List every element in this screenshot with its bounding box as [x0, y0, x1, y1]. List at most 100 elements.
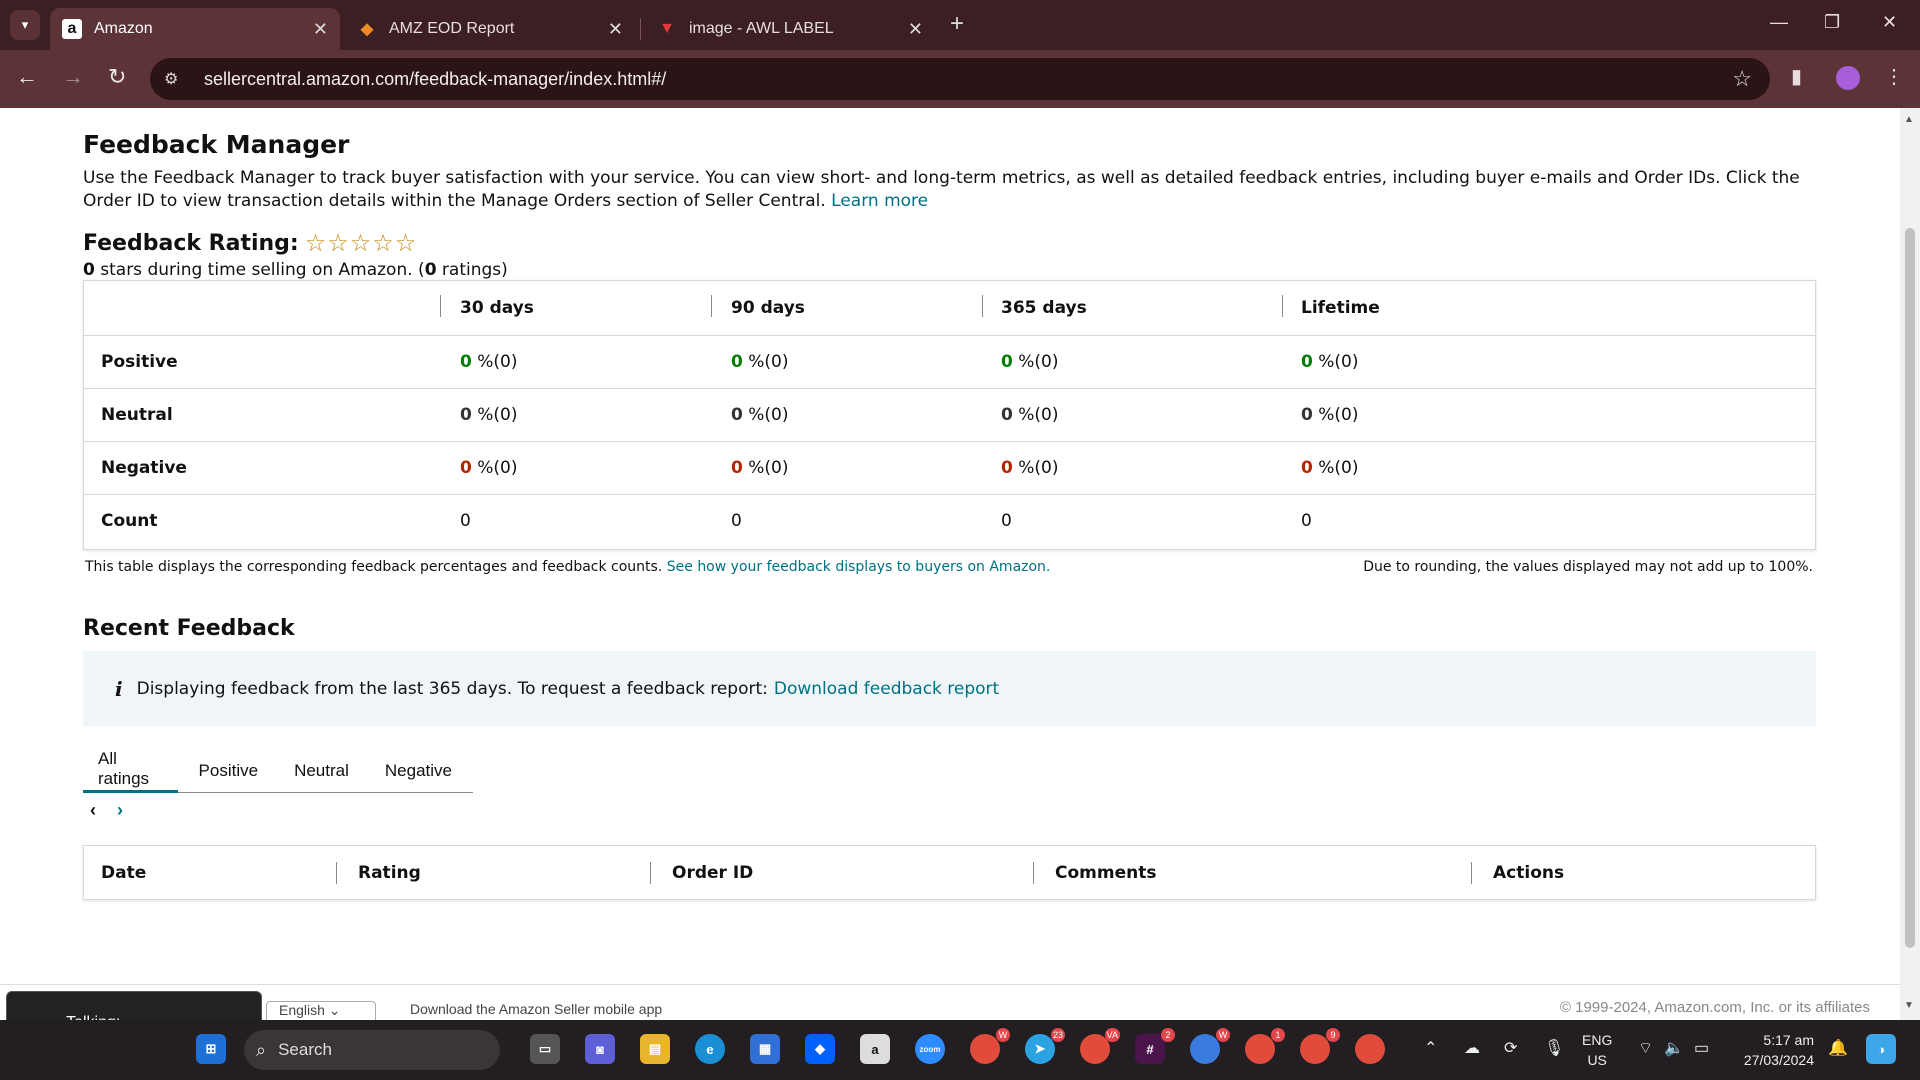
scroll-thumb[interactable] [1905, 228, 1915, 948]
chrome-icon[interactable]: W [970, 1028, 1010, 1064]
chrome-icon[interactable]: 1 [1245, 1028, 1285, 1064]
clock[interactable]: 5:17 am 27/03/2024 [1734, 1030, 1814, 1070]
table-row-negative: Negative 0 %(0) 0 %(0) 0 %(0) 0 %(0) [84, 441, 1815, 494]
sync-icon[interactable]: ⟳ [1504, 1038, 1517, 1058]
column-header-rating[interactable]: Rating [358, 846, 421, 899]
table-cell: 0 [1301, 511, 1312, 531]
start-windows-icon[interactable]: ⊞ [196, 1034, 226, 1064]
tab-divider [640, 18, 641, 40]
teams-icon[interactable]: ◙ [585, 1034, 615, 1064]
store-icon[interactable]: ▦ [750, 1034, 780, 1064]
previous-page-icon[interactable]: ‹ [90, 800, 96, 820]
table-cell: 0 [460, 511, 471, 531]
close-window-icon[interactable]: ✕ [1882, 12, 1897, 33]
info-icon: i [115, 676, 123, 701]
battery-icon[interactable]: ▭ [1694, 1038, 1709, 1058]
taskbar-search[interactable]: ⌕ Search [244, 1030, 500, 1070]
column-header-90-days: 90 days [731, 298, 805, 318]
table-cell: 0 [1001, 511, 1012, 531]
row-label: Negative [101, 458, 187, 478]
wifi-icon[interactable]: ⌔ [1638, 1038, 1653, 1058]
new-tab-button[interactable]: + [950, 10, 964, 38]
tab-neutral[interactable]: Neutral [279, 748, 364, 793]
table-note: This table displays the corresponding fe… [85, 559, 1050, 575]
close-icon[interactable]: ✕ [608, 19, 623, 40]
table-cell: 0 %(0) [460, 405, 518, 425]
minimize-icon[interactable]: — [1770, 12, 1788, 33]
next-page-icon[interactable]: › [117, 800, 123, 820]
telegram-icon[interactable]: ➤ 23 [1025, 1028, 1065, 1064]
restore-icon[interactable]: ❐ [1824, 12, 1840, 33]
notification-bell-icon[interactable]: 🔔 [1828, 1038, 1848, 1058]
clock-date: 27/03/2024 [1743, 1052, 1814, 1068]
url-text[interactable]: sellercentral.amazon.com/feedback-manage… [204, 69, 666, 90]
browser-toolbar: ← → ↻ ⚙ sellercentral.amazon.com/feedbac… [0, 50, 1920, 108]
reload-icon[interactable]: ↻ [108, 64, 126, 90]
rating-stars-icon: ☆☆☆☆☆ [304, 229, 418, 257]
tab-title: Amazon [94, 20, 153, 37]
dropbox-icon[interactable]: ◆ [805, 1034, 835, 1064]
info-alert: i Displaying feedback from the last 365 … [83, 651, 1816, 726]
table-cell: 0 %(0) [731, 352, 789, 372]
close-icon[interactable]: ✕ [313, 19, 328, 40]
language-select[interactable]: English ⌄ [266, 1001, 376, 1020]
column-header-actions[interactable]: Actions [1493, 846, 1564, 899]
chevron-down-icon: ▾ [21, 17, 29, 32]
copyright: © 1999-2024, Amazon.com, Inc. or its aff… [1559, 999, 1870, 1016]
mobile-app-link[interactable]: Download the Amazon Seller mobile app [410, 1001, 662, 1017]
ratings-value: 0 [424, 260, 437, 280]
column-header-365-days: 365 days [1001, 298, 1087, 318]
microphone-icon[interactable]: 🎙 [1544, 1038, 1564, 1058]
side-panel-icon[interactable]: ▮ [1791, 64, 1802, 89]
tab-positive[interactable]: Positive [184, 748, 274, 793]
chrome-active-icon[interactable] [1355, 1034, 1385, 1064]
task-view-icon[interactable]: ▭ [530, 1034, 560, 1064]
page-scrollbar[interactable]: ▲ ▼ [1900, 108, 1920, 1020]
language-indicator[interactable]: ENG US [1582, 1030, 1612, 1070]
copilot-icon[interactable]: ◑ [1866, 1034, 1896, 1064]
more-menu-icon[interactable]: ⋮ [1884, 64, 1904, 89]
column-divider [336, 862, 337, 884]
scroll-down-icon[interactable]: ▼ [1904, 1000, 1914, 1011]
learn-more-link[interactable]: Learn more [831, 191, 928, 211]
tray-chevron-up-icon[interactable]: ⌃ [1424, 1038, 1437, 1058]
column-header-date[interactable]: Date [101, 846, 146, 899]
zoom-icon[interactable]: zoom [915, 1034, 945, 1064]
column-divider [1282, 295, 1283, 317]
chrome-icon[interactable]: 9 [1300, 1028, 1340, 1064]
tab-amz-eod-report[interactable]: ◆ AMZ EOD Report ✕ [345, 8, 635, 50]
tab-amazon[interactable]: a Amazon ✕ [50, 8, 340, 50]
bookmark-star-icon[interactable]: ☆ [1732, 66, 1752, 92]
feedback-display-link[interactable]: See how your feedback displays to buyers… [667, 559, 1051, 575]
report-favicon-icon: ◆ [360, 21, 374, 38]
back-arrow-icon[interactable]: ← [16, 64, 38, 90]
download-feedback-report-link[interactable]: Download feedback report [774, 679, 999, 699]
recent-feedback-table: Date Rating Order ID Comments Actions [83, 845, 1816, 900]
tab-negative[interactable]: Negative [370, 748, 467, 793]
forward-arrow-icon[interactable]: → [62, 64, 84, 90]
table-cell: 0 %(0) [460, 352, 518, 372]
tab-awl-label[interactable]: ▼ image - AWL LABEL ✕ [645, 8, 935, 50]
close-icon[interactable]: ✕ [908, 19, 923, 40]
table-header-row: 30 days 90 days 365 days Lifetime [84, 281, 1815, 335]
scroll-up-icon[interactable]: ▲ [1904, 114, 1914, 125]
chrome-icon[interactable]: VA [1080, 1028, 1120, 1064]
amazon-app-icon[interactable]: a [860, 1034, 890, 1064]
windows-taskbar: ⊞ ⌕ Search ▭ ◙ ▤ e ▦ ◆ a zoom W ➤ 23 VA #… [0, 1020, 1920, 1080]
page-title: Feedback Manager [83, 130, 350, 159]
slack-icon[interactable]: #2 [1135, 1028, 1175, 1064]
column-header-order-id[interactable]: Order ID [672, 846, 753, 899]
file-explorer-icon[interactable]: ▤ [640, 1034, 670, 1064]
tab-all-ratings[interactable]: All ratings [83, 748, 178, 793]
address-bar[interactable]: ⚙ sellercentral.amazon.com/feedback-mana… [150, 58, 1770, 100]
feedback-rating-heading: Feedback Rating: ☆☆☆☆☆ [83, 229, 417, 257]
onedrive-icon[interactable]: ☁ [1464, 1038, 1480, 1058]
tab-search-button[interactable]: ▾ [10, 10, 40, 40]
site-settings-icon[interactable]: ⚙ [164, 69, 186, 89]
column-header-comments[interactable]: Comments [1055, 846, 1156, 899]
rating-filter-tabs: All ratings Positive Neutral Negative [83, 748, 473, 793]
edge-icon[interactable]: e [695, 1034, 725, 1064]
volume-icon[interactable]: 🔈 [1664, 1038, 1684, 1058]
chrome-icon[interactable]: W [1190, 1028, 1230, 1064]
profile-avatar[interactable] [1836, 66, 1860, 90]
